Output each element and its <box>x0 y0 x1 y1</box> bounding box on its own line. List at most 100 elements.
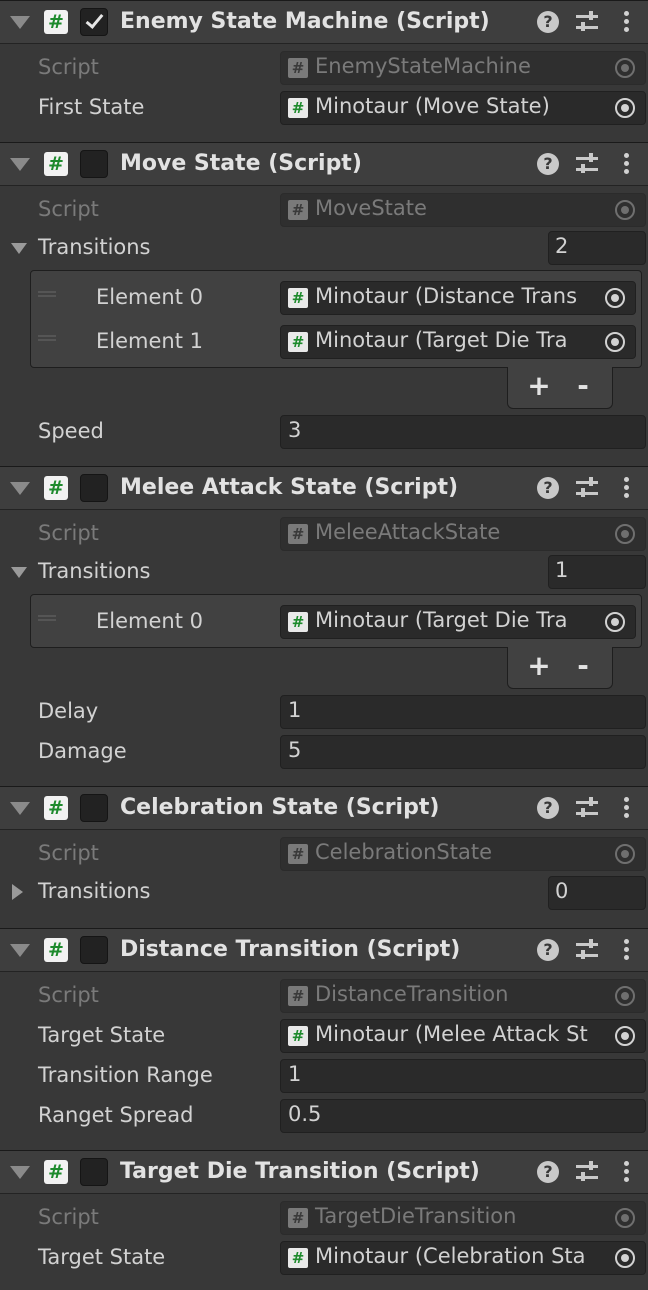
csharp-script-icon: # <box>288 332 308 352</box>
menu-icon[interactable] <box>624 797 630 819</box>
add-element-button[interactable]: + <box>524 651 554 681</box>
list-footer: + - <box>507 647 613 689</box>
presets-icon[interactable] <box>576 153 600 175</box>
help-icon[interactable]: ? <box>537 1161 559 1183</box>
element-field[interactable]: # Minotaur (Target Die Tra <box>280 605 636 639</box>
object-picker-icon[interactable] <box>605 92 645 124</box>
component-title: Celebration State (Script) <box>120 795 440 820</box>
component-title: Distance Transition (Script) <box>120 937 461 962</box>
object-picker-icon[interactable] <box>595 282 635 314</box>
enable-checkbox[interactable] <box>80 474 108 502</box>
transitions-label[interactable]: Transitions <box>38 559 151 583</box>
component-header-enemy-state-machine[interactable]: # Enemy State Machine (Script) ? <box>0 0 648 44</box>
presets-icon[interactable] <box>576 939 600 961</box>
transition-range-label: Transition Range <box>38 1063 213 1087</box>
component-title: Melee Attack State (Script) <box>120 475 459 500</box>
help-icon[interactable]: ? <box>537 939 559 961</box>
first-state-field[interactable]: # Minotaur (Move State) <box>280 91 646 125</box>
script-field: # DistanceTransition <box>280 979 646 1013</box>
foldout-arrow-icon[interactable] <box>10 802 30 815</box>
csharp-script-icon: # <box>44 938 68 962</box>
component-header-distance-transition[interactable]: # Distance Transition (Script) ? <box>0 928 648 972</box>
foldout-arrow-icon[interactable] <box>10 1166 30 1179</box>
foldout-arrow-icon[interactable] <box>10 158 30 171</box>
damage-field[interactable]: 5 <box>280 735 646 769</box>
csharp-script-icon: # <box>288 1208 308 1228</box>
delay-field[interactable]: 1 <box>280 695 646 729</box>
help-icon[interactable]: ? <box>537 477 559 499</box>
script-label: Script <box>38 55 99 79</box>
enable-checkbox[interactable] <box>80 8 108 36</box>
object-picker-icon[interactable] <box>595 606 635 638</box>
csharp-script-icon: # <box>44 1160 68 1184</box>
script-label: Script <box>38 841 99 865</box>
transition-range-field[interactable]: 1 <box>280 1059 646 1093</box>
damage-label: Damage <box>38 739 127 763</box>
first-state-label: First State <box>38 95 145 119</box>
drag-handle-icon[interactable] <box>38 291 56 297</box>
help-icon[interactable]: ? <box>537 153 559 175</box>
csharp-script-icon: # <box>288 58 308 78</box>
transitions-size-field[interactable]: 0 <box>548 876 646 910</box>
element-label: Element 0 <box>96 609 203 633</box>
menu-icon[interactable] <box>624 939 630 961</box>
transitions-label[interactable]: Transitions <box>38 879 151 903</box>
range-spread-label: Ranget Spread <box>38 1103 194 1127</box>
menu-icon[interactable] <box>624 11 630 33</box>
object-picker-icon <box>605 838 645 870</box>
script-field: # MeleeAttackState <box>280 517 646 551</box>
menu-icon[interactable] <box>624 153 630 175</box>
script-label: Script <box>38 983 99 1007</box>
csharp-script-icon: # <box>288 986 308 1006</box>
transitions-size-field[interactable]: 1 <box>548 555 646 589</box>
help-icon[interactable]: ? <box>537 797 559 819</box>
object-picker-icon <box>605 1202 645 1234</box>
foldout-arrow-icon[interactable] <box>10 482 30 495</box>
element-field[interactable]: # Minotaur (Distance Trans <box>280 281 636 315</box>
add-element-button[interactable]: + <box>524 371 554 401</box>
transitions-size-field[interactable]: 2 <box>548 231 646 265</box>
presets-icon[interactable] <box>576 797 600 819</box>
remove-element-button[interactable]: - <box>568 371 598 401</box>
target-state-field[interactable]: # Minotaur (Melee Attack St <box>280 1019 646 1053</box>
component-header-target-die-transition[interactable]: # Target Die Transition (Script) ? <box>0 1150 648 1194</box>
target-state-label: Target State <box>38 1023 166 1047</box>
object-picker-icon[interactable] <box>605 1242 645 1274</box>
drag-handle-icon[interactable] <box>38 335 56 341</box>
remove-element-button[interactable]: - <box>568 651 598 681</box>
presets-icon[interactable] <box>576 1161 600 1183</box>
presets-icon[interactable] <box>576 11 600 33</box>
target-state-field[interactable]: # Minotaur (Celebration Sta <box>280 1241 646 1275</box>
script-label: Script <box>38 1205 99 1229</box>
transitions-label[interactable]: Transitions <box>38 235 151 259</box>
delay-label: Delay <box>38 699 99 723</box>
help-icon[interactable]: ? <box>537 11 559 33</box>
menu-icon[interactable] <box>624 1161 630 1183</box>
script-field: # MoveState <box>280 193 646 227</box>
foldout-arrow-icon[interactable] <box>11 567 27 578</box>
script-label: Script <box>38 521 99 545</box>
drag-handle-icon[interactable] <box>38 615 56 621</box>
object-picker-icon[interactable] <box>595 326 635 358</box>
enable-checkbox[interactable] <box>80 1158 108 1186</box>
presets-icon[interactable] <box>576 477 600 499</box>
menu-icon[interactable] <box>624 477 630 499</box>
foldout-arrow-icon[interactable] <box>10 944 30 957</box>
enable-checkbox[interactable] <box>80 150 108 178</box>
script-label: Script <box>38 197 99 221</box>
foldout-arrow-icon[interactable] <box>11 243 27 254</box>
enable-checkbox[interactable] <box>80 936 108 964</box>
component-header-celebration-state[interactable]: # Celebration State (Script) ? <box>0 786 648 830</box>
range-spread-field[interactable]: 0.5 <box>280 1099 646 1133</box>
enable-checkbox[interactable] <box>80 794 108 822</box>
object-picker-icon <box>605 980 645 1012</box>
element-label: Element 1 <box>96 329 203 353</box>
foldout-arrow-icon[interactable] <box>10 16 30 29</box>
component-title: Move State (Script) <box>120 151 362 176</box>
foldout-arrow-collapsed-icon[interactable] <box>12 884 23 900</box>
speed-field[interactable]: 3 <box>280 415 646 449</box>
component-header-move-state[interactable]: # Move State (Script) ? <box>0 142 648 186</box>
component-header-melee-attack-state[interactable]: # Melee Attack State (Script) ? <box>0 466 648 510</box>
object-picker-icon[interactable] <box>605 1020 645 1052</box>
element-field[interactable]: # Minotaur (Target Die Tra <box>280 325 636 359</box>
